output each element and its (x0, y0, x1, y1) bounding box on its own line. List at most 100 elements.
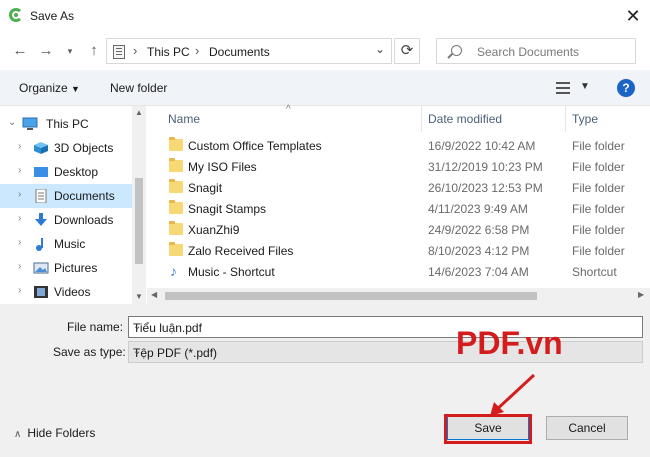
cancel-button[interactable]: Cancel (546, 416, 628, 440)
sidebar-item-music[interactable]: › Music (0, 232, 132, 256)
sidebar-item-label: 3D Objects (54, 141, 114, 155)
file-name-input[interactable]: Tiểu luận.pdf ⌄ (128, 316, 643, 338)
scrollbar-thumb[interactable] (135, 178, 143, 264)
sidebar-item-label: Pictures (54, 261, 98, 275)
sidebar-item-videos[interactable]: › Videos (0, 280, 132, 304)
download-icon (35, 213, 47, 226)
forward-arrow-icon[interactable]: → (36, 41, 56, 61)
file-type: File folder (572, 202, 625, 216)
horizontal-scrollbar[interactable]: ◀ ▶ (147, 288, 650, 304)
save-options-panel: File name: Tiểu luận.pdf ⌄ Save as type:… (0, 304, 650, 457)
sidebar-item-desktop[interactable]: › Desktop (0, 160, 132, 184)
sidebar-item-label: Desktop (54, 165, 99, 179)
file-row[interactable]: XuanZhi9 24/9/2022 6:58 PM File folder (147, 219, 637, 240)
organize-button[interactable]: Organize ▼ (19, 81, 80, 95)
file-row[interactable]: Snagit 26/10/2023 12:53 PM File folder (147, 177, 637, 198)
chevron-right-icon[interactable]: › (18, 165, 21, 176)
breadcrumb-documents[interactable]: Documents (209, 45, 270, 59)
file-row[interactable]: Zalo Received Files 8/10/2023 4:12 PM Fi… (147, 240, 637, 261)
address-dropdown-chevron-icon[interactable]: ⌄ (375, 42, 385, 56)
recent-locations-chevron-icon[interactable]: ▾ (60, 41, 80, 61)
address-bar[interactable]: › This PC › Documents ⌄ (106, 38, 392, 64)
file-row[interactable]: Custom Office Templates 16/9/2022 10:42 … (147, 135, 637, 156)
chevron-right-icon[interactable]: › (18, 213, 21, 224)
expanded-chevron-icon[interactable]: ⌄ (8, 117, 16, 128)
file-date: 26/10/2023 12:53 PM (428, 181, 543, 195)
scroll-left-icon[interactable]: ◀ (151, 290, 157, 299)
folder-icon (169, 158, 183, 172)
sidebar-item-3d-objects[interactable]: › 3D Objects (0, 136, 132, 160)
sidebar-item-label: This PC (46, 117, 89, 131)
help-icon[interactable]: ? (617, 79, 635, 97)
search-icon (451, 45, 462, 56)
save-as-type-select[interactable]: Tệp PDF (*.pdf) ⌄ (128, 341, 643, 363)
file-date: 4/11/2023 9:49 AM (428, 202, 528, 216)
scroll-down-icon[interactable]: ▼ (132, 292, 146, 301)
organize-label: Organize (19, 81, 68, 95)
video-icon (34, 286, 48, 298)
breadcrumb-this-pc[interactable]: This PC (147, 45, 190, 59)
scroll-right-icon[interactable]: ▶ (638, 290, 644, 299)
sort-ascending-icon: ^ (286, 104, 291, 115)
app-icon (9, 8, 23, 22)
file-type: File folder (572, 139, 625, 153)
sidebar-item-documents[interactable]: › Documents (0, 184, 132, 208)
save-highlight-box (444, 414, 532, 444)
back-arrow-icon[interactable]: ← (10, 41, 30, 61)
chevron-right-icon[interactable]: › (18, 237, 21, 248)
chevron-right-icon[interactable]: › (18, 141, 21, 152)
view-options-icon[interactable] (556, 82, 570, 94)
watermark-logo: PDF.vn (456, 325, 563, 361)
chevron-right-icon[interactable]: › (18, 261, 21, 272)
column-header-date[interactable]: Date modified (428, 112, 502, 126)
sidebar-item-this-pc[interactable]: ⌄ This PC (0, 112, 132, 136)
navigation-bar: ← → ▾ ↑ › This PC › Documents ⌄ ⟳ Search… (0, 32, 650, 70)
chevron-down-icon: ▼ (71, 84, 80, 94)
up-arrow-icon[interactable]: ↑ (84, 41, 104, 61)
file-type: File folder (572, 244, 625, 258)
file-date: 8/10/2023 4:12 PM (428, 244, 530, 258)
file-row[interactable]: Snagit Stamps 4/11/2023 9:49 AM File fol… (147, 198, 637, 219)
breadcrumb-separator-icon: › (133, 43, 138, 58)
chevron-up-icon: ∧ (14, 429, 22, 440)
file-name: Music - Shortcut (188, 265, 275, 279)
file-date: 24/9/2022 6:58 PM (428, 223, 530, 237)
annotation-arrow-icon (490, 373, 536, 416)
breadcrumb-separator-icon: › (195, 43, 200, 58)
window-title: Save As (30, 9, 75, 23)
music-icon (36, 238, 43, 251)
command-toolbar: Organize ▼ New folder ▼ ? (0, 70, 650, 106)
chevron-right-icon[interactable]: › (18, 285, 21, 296)
file-row[interactable]: ♪ Music - Shortcut 14/6/2023 7:04 AM Sho… (147, 261, 637, 282)
hide-folders-button[interactable]: ∧ Hide Folders (14, 426, 95, 440)
scrollbar-thumb[interactable] (165, 292, 537, 300)
scroll-up-icon[interactable]: ▲ (132, 108, 146, 117)
this-pc-small-icon (113, 45, 125, 59)
music-shortcut-icon: ♪ (170, 263, 177, 279)
column-header-name[interactable]: Name (168, 112, 200, 126)
sidebar-scrollbar[interactable]: ▲ ▼ (132, 106, 146, 304)
refresh-icon[interactable]: ⟳ (394, 38, 420, 64)
file-name-label: File name: (67, 320, 124, 334)
folder-icon (169, 242, 183, 256)
close-icon[interactable]: ✕ (616, 0, 650, 32)
file-type: Shortcut (572, 265, 617, 279)
file-date: 16/9/2022 10:42 AM (428, 139, 536, 153)
file-list: ^ Name Date modified Type Custom Office … (147, 104, 650, 304)
new-folder-button[interactable]: New folder (110, 81, 167, 95)
column-header-row: ^ Name Date modified Type (147, 104, 650, 132)
file-type: File folder (572, 160, 625, 174)
column-header-type[interactable]: Type (572, 112, 598, 126)
sidebar-item-pictures[interactable]: › Pictures (0, 256, 132, 280)
column-divider[interactable] (565, 106, 566, 132)
column-divider[interactable] (421, 106, 422, 132)
file-name: Snagit (188, 181, 223, 195)
sidebar-item-downloads[interactable]: › Downloads (0, 208, 132, 232)
sidebar-item-label: Music (54, 237, 86, 251)
chevron-right-icon[interactable]: › (18, 189, 21, 200)
search-box[interactable]: Search Documents (436, 38, 636, 64)
file-name: Zalo Received Files (188, 244, 294, 258)
folder-icon (169, 200, 183, 214)
view-dropdown-chevron-icon[interactable]: ▼ (580, 81, 590, 92)
file-row[interactable]: My ISO Files 31/12/2019 10:23 PM File fo… (147, 156, 637, 177)
